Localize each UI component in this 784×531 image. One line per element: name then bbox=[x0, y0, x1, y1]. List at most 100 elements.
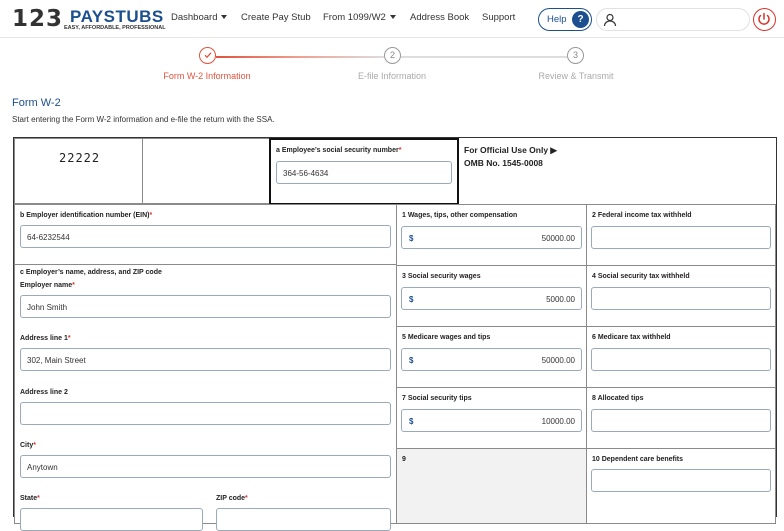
ssn-label: a Employee’s social security number* bbox=[276, 147, 401, 154]
box-8-input[interactable] bbox=[591, 409, 771, 432]
progress-stepper: 2 3 Form W-2 Information E-file Informat… bbox=[0, 39, 784, 87]
user-icon bbox=[603, 13, 617, 27]
box-7: 7 Social security tips $10000.00 bbox=[396, 387, 587, 449]
box-3-value: 5000.00 bbox=[546, 295, 575, 304]
help-label: Help bbox=[547, 14, 567, 25]
nav-support[interactable]: Support bbox=[482, 12, 515, 23]
omb-number: OMB No. 1545-0008 bbox=[464, 158, 543, 168]
step-2-indicator[interactable]: 2 bbox=[384, 47, 401, 64]
box-5-label: 5 Medicare wages and tips bbox=[402, 334, 491, 341]
address-line-2-input[interactable] bbox=[20, 402, 391, 425]
box-5-input[interactable]: $50000.00 bbox=[401, 348, 582, 371]
box-10-label: 10 Dependent care benefits bbox=[592, 456, 684, 463]
power-icon bbox=[758, 12, 770, 25]
ssn-label-text: a Employee’s social security number bbox=[276, 147, 399, 154]
nav-form-1099-w2[interactable]: From 1099/W2 bbox=[323, 12, 396, 23]
currency-symbol: $ bbox=[409, 417, 414, 426]
official-use-label: For Official Use Only ▶ bbox=[464, 145, 557, 155]
address-line-1-label: Address line 1* bbox=[20, 335, 71, 342]
box-6: 6 Medicare tax withheld bbox=[586, 326, 776, 388]
box-2: 2 Federal income tax withheld bbox=[586, 204, 776, 266]
box-3: 3 Social security wages $5000.00 bbox=[396, 265, 587, 327]
zip-label: ZIP code* bbox=[216, 495, 248, 502]
currency-symbol: $ bbox=[409, 356, 414, 365]
ein-label: b Employer identification number (EIN)* bbox=[20, 212, 152, 219]
box-7-value: 10000.00 bbox=[541, 417, 575, 426]
step-1-label: Form W-2 Information bbox=[163, 71, 251, 81]
step-3-label: Review & Transmit bbox=[538, 71, 614, 81]
city-label: City* bbox=[20, 442, 36, 449]
box-8: 8 Allocated tips bbox=[586, 387, 776, 449]
box-4-label: 4 Social security tax withheld bbox=[592, 273, 690, 280]
page-title: Form W-2 bbox=[12, 97, 61, 109]
help-button[interactable]: Help ? bbox=[538, 8, 592, 31]
required-marker: * bbox=[398, 147, 402, 154]
top-navigation-bar: 123 PAYSTUBS EASY, AFFORDABLE, PROFESSIO… bbox=[0, 0, 784, 38]
step-1-indicator[interactable] bbox=[199, 47, 216, 64]
ssn-input[interactable]: 364-56-4634 bbox=[276, 161, 452, 184]
state-select[interactable] bbox=[20, 508, 203, 531]
employer-name-input[interactable]: John Smith bbox=[20, 295, 391, 318]
ssn-box: a Employee’s social security number* 364… bbox=[269, 138, 459, 205]
address-line-2-label: Address line 2 bbox=[20, 389, 68, 396]
employer-info-box: c Employer’s name, address, and ZIP code… bbox=[14, 264, 397, 531]
state-label: State* bbox=[20, 495, 40, 502]
city-input[interactable]: Anytown bbox=[20, 455, 391, 478]
box-2-input[interactable] bbox=[591, 226, 771, 249]
box-1-label: 1 Wages, tips, other compensation bbox=[402, 212, 518, 219]
control-code-box: 22222 bbox=[14, 138, 143, 204]
logo-number: 123 bbox=[12, 6, 64, 32]
official-use-block: For Official Use Only ▶ OMB No. 1545-000… bbox=[464, 144, 557, 170]
step-3-indicator[interactable]: 3 bbox=[567, 47, 584, 64]
ein-label-text: b Employer identification number (EIN) bbox=[20, 212, 150, 219]
blank-box bbox=[142, 138, 270, 204]
employer-section-label: c Employer’s name, address, and ZIP code bbox=[20, 269, 162, 276]
page-subtitle: Start entering the Form W-2 information … bbox=[12, 115, 275, 124]
ein-box: b Employer identification number (EIN)* … bbox=[14, 204, 397, 265]
user-menu[interactable] bbox=[596, 8, 750, 31]
box-9-label: 9 bbox=[402, 456, 406, 463]
step-connector bbox=[216, 56, 384, 58]
address-line-1-label-text: Address line 1 bbox=[20, 335, 68, 342]
required-marker: * bbox=[37, 495, 40, 502]
box-1: 1 Wages, tips, other compensation $50000… bbox=[396, 204, 587, 266]
nav-form-1099-label: From 1099/W2 bbox=[323, 12, 386, 23]
box-3-input[interactable]: $5000.00 bbox=[401, 287, 582, 310]
box-1-input[interactable]: $50000.00 bbox=[401, 226, 582, 249]
step-2-label: E-file Information bbox=[357, 71, 427, 81]
nav-dashboard-label: Dashboard bbox=[171, 12, 218, 23]
chevron-down-icon bbox=[389, 15, 396, 20]
nav-address-book[interactable]: Address Book bbox=[410, 12, 469, 23]
box-7-input[interactable]: $10000.00 bbox=[401, 409, 582, 432]
check-icon bbox=[204, 52, 211, 59]
box-10: 10 Dependent care benefits bbox=[586, 448, 776, 524]
ein-input[interactable]: 64-6232544 bbox=[20, 225, 391, 248]
box-1-value: 50000.00 bbox=[541, 234, 575, 243]
chevron-down-icon bbox=[221, 15, 228, 20]
box-2-label: 2 Federal income tax withheld bbox=[592, 212, 692, 219]
nav-dashboard[interactable]: Dashboard bbox=[171, 12, 228, 23]
question-icon: ? bbox=[572, 11, 589, 28]
required-marker: * bbox=[149, 212, 153, 219]
nav-create-pay-stub[interactable]: Create Pay Stub bbox=[241, 12, 311, 23]
app-logo[interactable]: 123 PAYSTUBS EASY, AFFORDABLE, PROFESSIO… bbox=[12, 6, 166, 34]
box-9: 9 bbox=[396, 448, 587, 524]
city-label-text: City bbox=[20, 442, 34, 449]
box-4-input[interactable] bbox=[591, 287, 771, 310]
step-connector bbox=[401, 56, 567, 58]
box-4: 4 Social security tax withheld bbox=[586, 265, 776, 327]
logo-brand-name: PAYSTUBS bbox=[70, 7, 164, 26]
employer-name-label-text: Employer name bbox=[20, 282, 73, 289]
box-7-label: 7 Social security tips bbox=[402, 395, 472, 402]
zip-input[interactable] bbox=[216, 508, 391, 531]
employer-name-label: Employer name* bbox=[20, 282, 75, 289]
required-marker: * bbox=[72, 282, 75, 289]
required-marker: * bbox=[33, 442, 36, 449]
control-code: 22222 bbox=[59, 151, 101, 165]
logout-button[interactable] bbox=[753, 8, 776, 31]
address-line-1-input[interactable]: 302, Main Street bbox=[20, 348, 391, 371]
box-6-input[interactable] bbox=[591, 348, 771, 371]
box-8-label: 8 Allocated tips bbox=[592, 395, 644, 402]
box-10-input[interactable] bbox=[591, 469, 771, 492]
w2-form: 22222 a Employee’s social security numbe… bbox=[13, 137, 777, 531]
